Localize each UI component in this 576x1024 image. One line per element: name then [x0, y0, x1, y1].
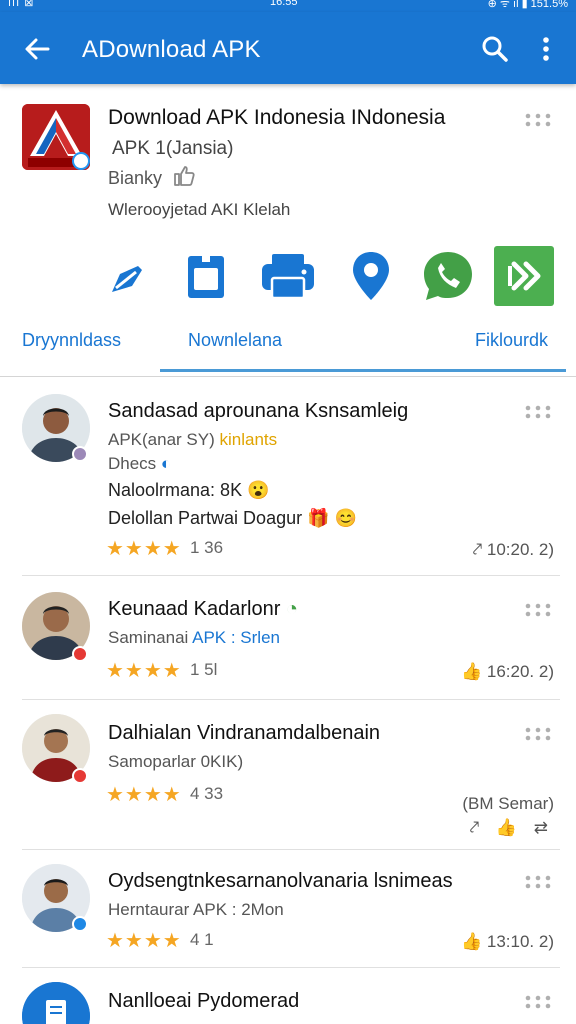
review-name: Nanlloeai Pydomerad — [108, 990, 300, 1012]
star-rating: ★★★★ — [106, 784, 182, 806]
review-name: Sandasad aprounana Ksnsamleig — [108, 400, 409, 422]
review-name: Keunaad Kadarlonr ◔ — [108, 598, 298, 621]
star-rating: ★★★★ — [106, 538, 182, 560]
tab-downloads[interactable]: Dryynnldass — [22, 330, 121, 351]
list-item[interactable]: Sandasad aprounana Ksnsamleig APK(anar S… — [0, 380, 576, 576]
list-item[interactable]: Dalhialan Vindranamdalbenain Samoparlar … — [0, 700, 576, 850]
review-line: Dhecs ◐ — [108, 454, 171, 474]
chat-bubble-icon: ◐ — [160, 454, 172, 473]
review-extra: (BM Semar) — [462, 794, 554, 813]
reaction-icons[interactable]: ⤤ 👍 ⇄ — [470, 818, 554, 838]
overflow-dots-icon[interactable] — [524, 994, 552, 1010]
status-badge — [72, 646, 88, 662]
location-pin-icon[interactable] — [341, 246, 401, 306]
review-time: ⤤ 10:20. 2) — [473, 540, 554, 560]
status-battery: ⊕ ᯤ ıl ▮ 151.5% — [487, 0, 568, 10]
back-arrow-icon[interactable] — [22, 34, 52, 64]
list-item[interactable]: Nanlloeai Pydomerad — [0, 968, 576, 1024]
share-icon[interactable]: ⤤ — [473, 540, 483, 559]
tag-icon[interactable] — [98, 246, 158, 306]
forward-icon[interactable] — [494, 246, 554, 306]
overflow-dots-icon[interactable] — [524, 602, 552, 618]
review-time-text: 13:10. 2) — [486, 932, 554, 951]
star-rating: ★★★★ — [106, 660, 182, 682]
tab-download-new[interactable]: Nownlelana — [188, 330, 282, 351]
app-subtitle: APK 1(Jansia) — [112, 138, 234, 159]
app-header: Download APK Indonesia INdonesia APK 1(J… — [0, 84, 576, 377]
review-time: 👍 16:20. 2) — [461, 662, 554, 682]
verified-badge — [72, 152, 90, 170]
overflow-dots-icon[interactable] — [524, 404, 552, 420]
list-item[interactable]: Oydsengtnkesarnanolvanaria lsnimeas Hern… — [0, 850, 576, 968]
review-meta: Saminanai APK : Srlen — [108, 628, 280, 648]
review-meta-highlight: kinlants — [219, 430, 278, 449]
search-icon[interactable] — [480, 34, 510, 64]
avatar — [22, 982, 90, 1024]
list-item[interactable]: Keunaad Kadarlonr ◔ Saminanai APK : Srle… — [0, 576, 576, 700]
review-line: Naloolrmana: 8K 😮 — [108, 480, 270, 501]
status-badge — [72, 446, 88, 462]
review-meta: Herntaurar APK : 2Mon — [108, 900, 284, 919]
review-name: Dalhialan Vindranamdalbenain — [108, 722, 381, 744]
overflow-dots-icon[interactable] — [524, 874, 552, 890]
app-bar: ADownload APK — [0, 12, 576, 84]
review-meta: APK(anar SY) kinlants — [108, 430, 277, 450]
review-score: 4 33 — [190, 784, 224, 803]
divider — [0, 376, 576, 377]
emoji-icon: 🎁 😊 — [307, 508, 357, 528]
app-logo — [22, 104, 90, 170]
app-author[interactable]: Bianky — [108, 168, 162, 189]
status-badge — [72, 916, 88, 932]
thumbs-up-icon[interactable] — [172, 164, 196, 188]
app-bar-title: ADownload APK — [82, 36, 261, 63]
thumbs-up-icon[interactable]: 👍 — [461, 662, 482, 681]
app-description: Wlerooyjetad AKI Klelah — [108, 200, 291, 219]
thumbs-up-icon[interactable]: 👍 — [461, 932, 482, 951]
whatsapp-icon[interactable] — [418, 246, 478, 306]
tab-feedback[interactable]: Fiklourdk — [475, 330, 548, 351]
emoji-icon: 😮 — [247, 480, 270, 500]
review-time: 👍 13:10. 2) — [461, 932, 554, 952]
overflow-dots-icon[interactable] — [524, 112, 552, 128]
review-line-text: Dhecs — [108, 454, 157, 473]
app-title: Download APK Indonesia INdonesia — [108, 106, 446, 129]
emoji-icon: ◔ — [285, 598, 299, 620]
status-time: 16:55 — [270, 0, 298, 8]
review-meta: Samoparlar 0KIK) — [108, 752, 244, 771]
review-name-text: Keunaad Kadarlonr — [108, 598, 281, 620]
star-rating: ★★★★ — [106, 930, 182, 952]
review-time-text: 16:20. 2) — [486, 662, 554, 681]
review-score: 1 36 — [190, 538, 224, 557]
status-badge — [72, 768, 88, 784]
more-vert-icon[interactable] — [532, 34, 560, 64]
sim-card-icon[interactable] — [176, 246, 236, 306]
review-line: Delollan Partwai Doagur 🎁 😊 — [108, 508, 357, 529]
review-score: 4 1 — [190, 930, 214, 949]
review-name: Oydsengtnkesarnanolvanaria lsnimeas — [108, 870, 453, 892]
printer-icon[interactable] — [258, 246, 318, 306]
review-line-text: Delollan Partwai Doagur — [108, 508, 303, 528]
overflow-dots-icon[interactable] — [524, 726, 552, 742]
review-line-text: Naloolrmana: 8K — [108, 480, 243, 500]
review-score: 1 5l — [190, 660, 218, 679]
review-meta-text: APK(anar SY) — [108, 430, 220, 449]
status-bar: ııı ⊠ 16:55 ⊕ ᯤ ıl ▮ 151.5% — [0, 0, 576, 12]
tab-indicator — [160, 369, 566, 372]
signal-indicators: ııı ⊠ — [8, 0, 35, 9]
review-meta-highlight: APK : Srlen — [192, 628, 280, 647]
review-meta-text: Saminanai — [108, 628, 193, 647]
review-time-text: 10:20. 2) — [486, 540, 554, 559]
